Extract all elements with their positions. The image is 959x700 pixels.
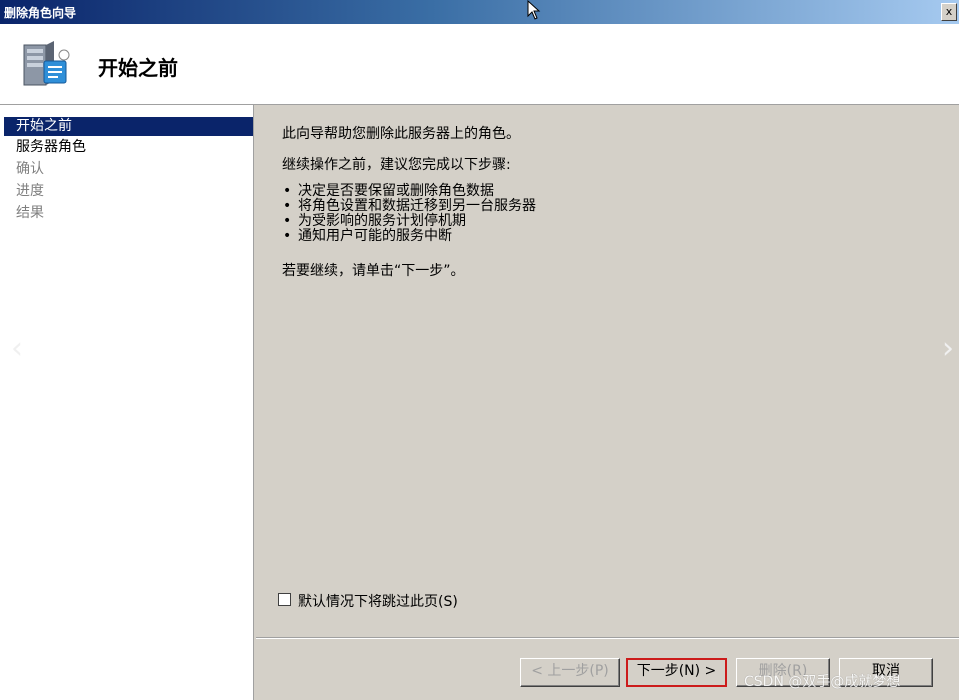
list-item: 决定是否要保留或删除角色数据 [282,184,536,200]
back-button[interactable]: < 上一步(P) [520,658,620,687]
list-item: 通知用户可能的服务中断 [282,229,536,245]
steps-list: 决定是否要保留或删除角色数据 将角色设置和数据迁移到另一台服务器 为受影响的服务… [282,184,536,245]
sidebar-item-confirmation: 确认 [16,161,44,177]
divider [256,637,959,639]
before-continue-text: 继续操作之前，建议您完成以下步骤: [282,157,511,173]
continue-hint-text: 若要继续，请单击“下一步”。 [282,263,465,279]
wizard-content: 此向导帮助您删除此服务器上的角色。 继续操作之前，建议您完成以下步骤: 决定是否… [256,105,959,636]
list-item: 将角色设置和数据迁移到另一台服务器 [282,199,536,215]
chevron-left-icon[interactable]: ‹ [10,334,24,364]
watermark: CSDN @双手@成就梦想 [744,674,901,690]
skip-page-checkbox[interactable] [278,593,291,606]
wizard-header: 开始之前 [0,24,959,105]
title-bar: 删除角色向导 x [0,0,959,24]
sidebar-item-results: 结果 [16,205,44,221]
intro-text: 此向导帮助您删除此服务器上的角色。 [282,126,520,142]
wizard-steps-sidebar: 开始之前 服务器角色 确认 进度 结果 [0,105,254,700]
sidebar-item-before-you-begin[interactable]: 开始之前 [4,117,253,136]
mouse-cursor-icon [527,0,541,20]
sidebar-item-server-roles[interactable]: 服务器角色 [4,138,253,157]
next-button[interactable]: 下一步(N) > [626,658,727,687]
chevron-right-icon[interactable]: › [941,334,955,364]
list-item: 为受影响的服务计划停机期 [282,214,536,230]
skip-page-label[interactable]: 默认情况下将跳过此页(S) [298,591,458,611]
window-title: 删除角色向导 [4,6,77,20]
server-icon [23,41,70,86]
page-title: 开始之前 [98,56,178,80]
close-button[interactable]: x [941,3,957,21]
sidebar-item-progress: 进度 [16,183,44,199]
